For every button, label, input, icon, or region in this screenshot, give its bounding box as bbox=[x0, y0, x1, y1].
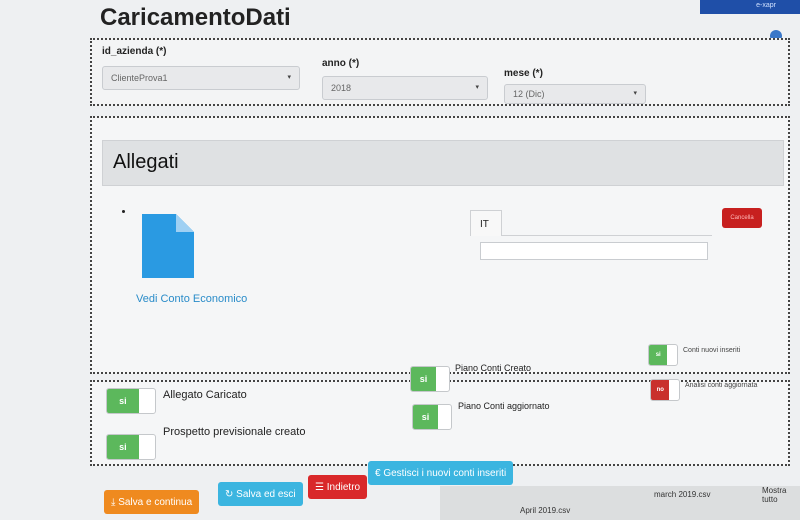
allegato-label: Allegato Caricato bbox=[163, 389, 247, 401]
refresh-icon: ↻ bbox=[225, 488, 237, 500]
attachment-text-field[interactable] bbox=[480, 242, 708, 260]
mese-select-value: 12 (Dic) bbox=[513, 89, 545, 99]
bullet-dot bbox=[122, 210, 125, 213]
list-icon: ☰ bbox=[315, 481, 327, 493]
toggle-on-label: si bbox=[413, 405, 439, 429]
anno-select[interactable]: 2018 ▾ bbox=[322, 76, 488, 100]
toggle-on-label: si bbox=[649, 345, 668, 365]
download-file-1[interactable]: April 2019.csv bbox=[520, 506, 570, 515]
top-header-bar: e-xapr bbox=[700, 0, 800, 14]
conti-nuovi-label: Conti nuovi inseriti bbox=[683, 347, 741, 354]
delete-button[interactable]: Cancella bbox=[722, 208, 762, 228]
toggle-on-label: si bbox=[107, 435, 139, 459]
download-file-2[interactable]: march 2019.csv bbox=[654, 490, 710, 499]
toggle-off-label: no bbox=[651, 380, 670, 400]
page-title: CaricamentoDati bbox=[100, 4, 291, 31]
back-label: Indietro bbox=[326, 481, 361, 493]
back-button[interactable]: ☰ Indietro bbox=[308, 475, 368, 499]
document-icon[interactable] bbox=[142, 214, 194, 278]
azienda-select[interactable]: ClienteProva1 ▾ bbox=[102, 66, 300, 90]
manage-accounts-button[interactable]: € Gestisci i nuovi conti inseriti bbox=[368, 461, 514, 485]
piano-aggiornato-label: Piano Conti aggiornato bbox=[458, 401, 550, 411]
attachments-header: Allegati bbox=[102, 140, 784, 186]
azienda-label: id_azienda (*) bbox=[102, 46, 167, 57]
mese-select[interactable]: 12 (Dic) ▾ bbox=[504, 84, 646, 104]
prospetto-toggle[interactable]: si bbox=[106, 434, 156, 460]
tab-it[interactable]: IT bbox=[470, 210, 502, 236]
piano-creato-toggle[interactable]: si bbox=[410, 366, 450, 392]
piano-aggiornato-toggle[interactable]: si bbox=[412, 404, 452, 430]
save-continue-label: Salva e continua bbox=[118, 496, 193, 508]
conti-nuovi-toggle[interactable]: si bbox=[648, 344, 678, 366]
azienda-select-value: ClienteProva1 bbox=[111, 73, 168, 83]
analisi-conti-toggle[interactable]: no bbox=[650, 379, 680, 401]
chevron-down-icon: ▾ bbox=[633, 90, 637, 97]
mese-label: mese (*) bbox=[504, 68, 543, 79]
allegato-toggle[interactable]: si bbox=[106, 388, 156, 414]
manage-accounts-label: Gestisci i nuovi conti inseriti bbox=[383, 467, 507, 479]
anno-label: anno (*) bbox=[322, 58, 360, 69]
analisi-conti-label: Analisi conti aggiornata bbox=[685, 382, 758, 389]
anno-select-value: 2018 bbox=[331, 83, 352, 93]
chevron-down-icon: ▾ bbox=[475, 84, 479, 91]
toggle-on-label: si bbox=[411, 367, 437, 391]
attachments-heading: Allegati bbox=[113, 151, 179, 173]
show-all-downloads[interactable]: Mostra tutto bbox=[762, 486, 800, 504]
downloads-bar: April 2019.csv march 2019.csv Mostra tut… bbox=[440, 486, 800, 520]
prospetto-label: Prospetto previsionale creato bbox=[163, 426, 306, 438]
top-header-text[interactable]: e-xapr bbox=[756, 2, 776, 9]
save-exit-label: Salva ed esci bbox=[236, 488, 296, 500]
view-income-statement-link[interactable]: Vedi Conto Economico bbox=[136, 293, 247, 305]
filters-panel: id_azienda (*) ClienteProva1 ▾ anno (*) … bbox=[90, 38, 790, 106]
save-continue-button[interactable]: ⤓ Salva e continua bbox=[104, 490, 200, 514]
tab-divider bbox=[502, 235, 712, 236]
piano-creato-label: Piano Conti Creato bbox=[455, 363, 532, 373]
toggle-on-label: si bbox=[107, 389, 139, 413]
save-exit-button[interactable]: ↻ Salva ed esci bbox=[218, 482, 303, 506]
chevron-down-icon: ▾ bbox=[287, 74, 291, 81]
